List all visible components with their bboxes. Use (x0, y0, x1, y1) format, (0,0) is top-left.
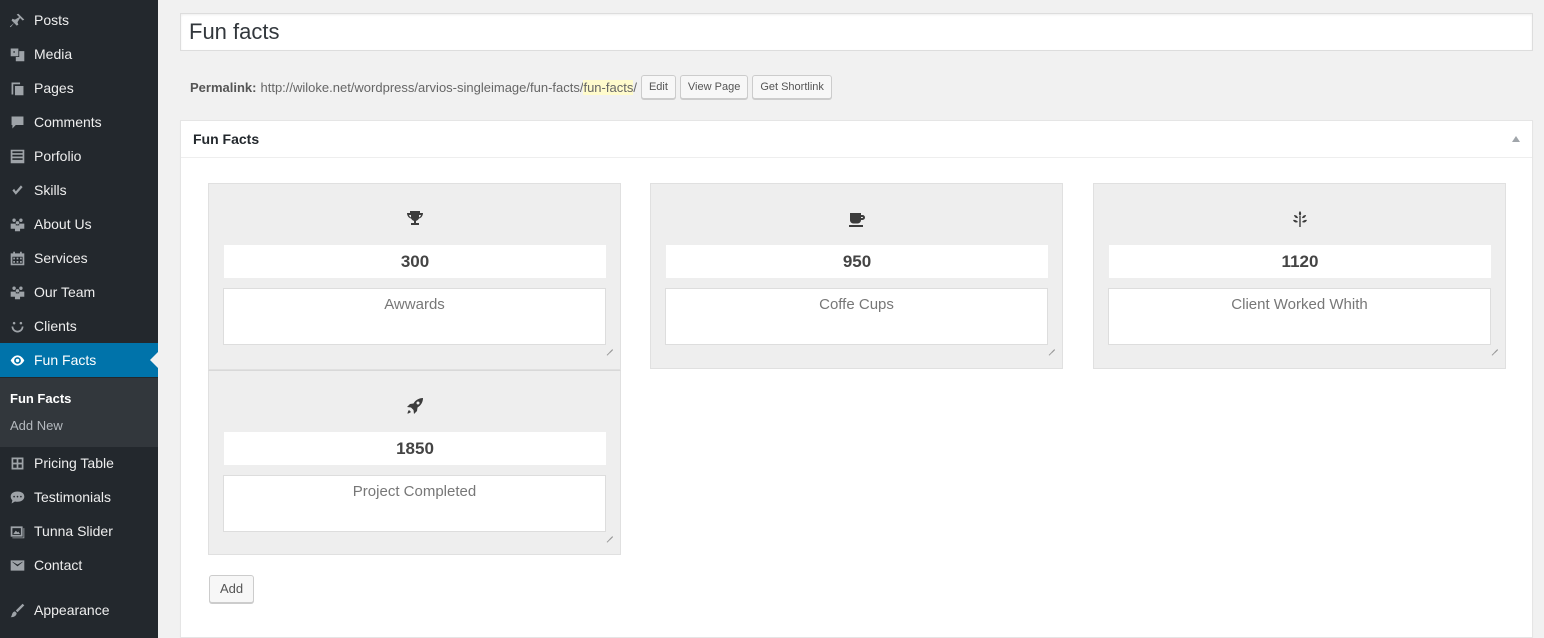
table-icon (0, 446, 34, 480)
rocket-icon[interactable] (404, 395, 426, 417)
fact-label-textarea[interactable]: Project Completed (223, 475, 606, 532)
groups-icon (0, 207, 34, 241)
view-page-button[interactable]: View Page (679, 75, 749, 99)
sidebar-item-label: Pricing Table (34, 455, 114, 471)
sidebar-item-label: About Us (34, 216, 92, 232)
fact-label-textarea[interactable]: Coffe Cups (665, 288, 1048, 345)
admin-sidebar: Posts Media Pages Comments Porfolio Skil… (0, 0, 158, 638)
coffee-icon[interactable] (846, 208, 868, 230)
trophy-icon[interactable] (404, 208, 426, 230)
fact-number-input[interactable] (224, 432, 606, 465)
groups-icon (0, 275, 34, 309)
resize-handle-icon[interactable] (1047, 342, 1055, 350)
sidebar-item-label: Tunna Slider (34, 523, 113, 539)
media-icon (0, 37, 34, 71)
permalink-slug: fun-facts (583, 79, 634, 95)
sidebar-item-tunna-slider[interactable]: Tunna Slider (0, 514, 158, 548)
sidebar-item-our-team[interactable]: Our Team (0, 275, 158, 309)
resize-handle-icon[interactable] (605, 529, 613, 537)
permalink-url[interactable]: http://wiloke.net/wordpress/arvios-singl… (260, 79, 637, 95)
sidebar-item-comments[interactable]: Comments (0, 105, 158, 139)
get-shortlink-button[interactable]: Get Shortlink (752, 75, 832, 99)
sidebar-item-testimonials[interactable]: Testimonials (0, 480, 158, 514)
sidebar-item-label: Skills (34, 182, 67, 198)
fact-number-input[interactable] (1109, 245, 1491, 278)
permalink-trailing: / (633, 79, 637, 95)
sidebar-item-label: Clients (34, 318, 77, 334)
fun-facts-metabox: Fun Facts Awwards Coffe Cups Client Work… (180, 120, 1533, 638)
metabox-title: Fun Facts (193, 131, 260, 147)
sidebar-item-pages[interactable]: Pages (0, 71, 158, 105)
post-title-input[interactable] (180, 13, 1533, 51)
sidebar-item-clients[interactable]: Clients (0, 309, 158, 343)
fact-label-textarea[interactable]: Client Worked Whith (1108, 288, 1491, 345)
fact-card: Project Completed (208, 370, 621, 555)
edit-permalink-button[interactable]: Edit (640, 75, 676, 99)
pages-icon (0, 71, 34, 105)
check-icon (0, 173, 34, 207)
permalink-base: http://wiloke.net/wordpress/arvios-singl… (260, 79, 584, 95)
sidebar-item-fun-facts[interactable]: Fun Facts (0, 343, 158, 377)
leaf-icon[interactable] (1289, 208, 1311, 230)
resize-handle-icon[interactable] (605, 342, 613, 350)
pin-icon (0, 3, 34, 37)
sidebar-item-label: Pages (34, 80, 74, 96)
fact-card: Client Worked Whith (1093, 183, 1506, 369)
sidebar-item-about-us[interactable]: About Us (0, 207, 158, 241)
sidebar-item-posts[interactable]: Posts (0, 3, 158, 37)
sidebar-item-label: Testimonials (34, 489, 112, 505)
calendar-icon (0, 241, 34, 275)
permalink-row: Permalink: http://wiloke.net/wordpress/a… (190, 75, 832, 99)
metabox-header[interactable]: Fun Facts (181, 121, 1532, 158)
sidebar-item-label: Services (34, 250, 88, 266)
email-icon (0, 548, 34, 582)
resize-handle-icon[interactable] (1490, 342, 1498, 350)
sidebar-item-appearance[interactable]: Appearance (0, 593, 158, 627)
sidebar-item-contact[interactable]: Contact (0, 548, 158, 582)
sidebar-item-label: Posts (34, 12, 70, 28)
smiley-icon (0, 309, 34, 343)
brush-icon (0, 593, 34, 627)
fact-card: Coffe Cups (650, 183, 1063, 369)
collapse-arrow-icon[interactable] (1512, 136, 1520, 142)
fun-facts-submenu: Fun Facts Add New (0, 378, 158, 447)
visibility-icon (0, 343, 34, 377)
submenu-item-fun-facts[interactable]: Fun Facts (10, 391, 71, 406)
sidebar-item-media[interactable]: Media (0, 37, 158, 71)
sidebar-item-label: Comments (34, 114, 102, 130)
comment-icon (0, 105, 34, 139)
sidebar-item-services[interactable]: Services (0, 241, 158, 275)
fact-number-input[interactable] (666, 245, 1048, 278)
sidebar-item-label: Fun Facts (34, 352, 97, 368)
sidebar-item-pricing-table[interactable]: Pricing Table (0, 446, 158, 480)
list-icon (0, 139, 34, 173)
permalink-label: Permalink: (190, 79, 257, 95)
sidebar-item-porfolio[interactable]: Porfolio (0, 139, 158, 173)
sidebar-item-label: Porfolio (34, 148, 82, 164)
fact-card: Awwards (208, 183, 621, 370)
add-fact-button[interactable]: Add (209, 575, 255, 603)
fact-number-input[interactable] (224, 245, 606, 278)
submenu-item-add-new[interactable]: Add New (10, 418, 63, 433)
sidebar-item-label: Contact (34, 557, 83, 573)
sidebar-item-skills[interactable]: Skills (0, 173, 158, 207)
fact-label-textarea[interactable]: Awwards (223, 288, 606, 345)
chat-icon (0, 480, 34, 514)
slides-icon (0, 514, 34, 548)
sidebar-item-label: Media (34, 46, 73, 62)
sidebar-item-label: Appearance (34, 602, 110, 618)
sidebar-item-label: Our Team (34, 284, 96, 300)
